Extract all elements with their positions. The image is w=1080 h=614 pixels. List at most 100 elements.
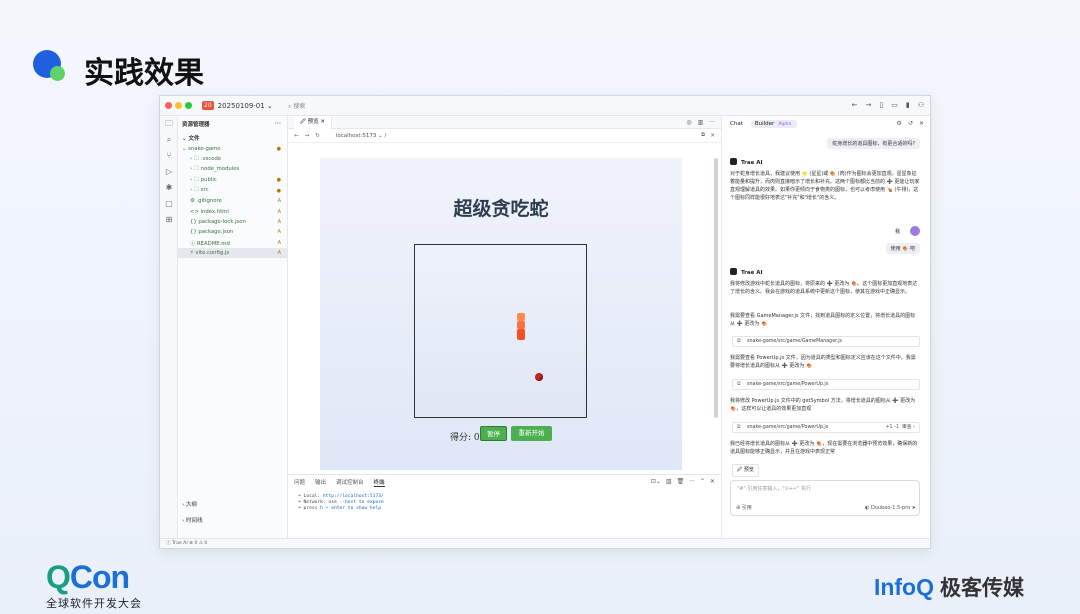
back-icon[interactable]: ← <box>852 101 858 109</box>
open-external-icon[interactable]: ⧉ <box>701 132 705 139</box>
file-tree-label: ⓘ README.md <box>190 240 230 247</box>
url-input[interactable]: localhost:5173 ⌄ / <box>336 133 387 139</box>
reload-icon[interactable]: ↻ <box>315 133 320 139</box>
file-reference[interactable]: snake-game/src/game/PowerUp.js <box>732 379 920 390</box>
more-icon[interactable]: ··· <box>275 121 281 127</box>
trash-icon[interactable]: 🗑 <box>677 478 685 485</box>
file-change[interactable]: snake-game/src/game/PowerUp.js +1 -1 审查 … <box>732 422 920 433</box>
assistant-icon[interactable]: ⚙ <box>897 120 902 127</box>
timeline-section[interactable]: › 时间线 <box>182 516 202 524</box>
qcon-subtitle: 全球软件开发大会 <box>46 597 142 610</box>
git-status-badge: A <box>277 208 281 215</box>
global-search[interactable]: ⌕ 搜索 <box>288 101 305 111</box>
preview-scrollbar[interactable] <box>714 158 718 418</box>
file-tree-label: ⚡ vite.config.js <box>190 250 230 257</box>
user-message: 使用 🍖 吧 <box>885 243 920 254</box>
file-tree-item[interactable]: › 🗀 node_modules <box>178 165 287 175</box>
layout-bottom-icon[interactable]: ▭ <box>891 101 898 109</box>
git-status-badge: ● <box>276 187 281 194</box>
tab-preview[interactable]: 🖉 预览 ✕ <box>294 115 332 129</box>
panel-tab[interactable]: 终端 <box>373 478 385 487</box>
files-section[interactable]: ⌄ 文件 <box>178 131 287 144</box>
split-icon[interactable]: ▥ <box>698 119 704 126</box>
ai-message: 我需要查看 PowerUp.js 文件，因为道具的类型和图标定义应该在这个文件中… <box>730 355 916 369</box>
reference-button[interactable]: ⊕ 引用 <box>736 504 752 511</box>
terminal-icon[interactable]: ⊡⌄ <box>651 478 661 485</box>
explorer-icon[interactable]: 🗀 <box>160 116 178 132</box>
close-icon[interactable]: ✕ <box>710 478 715 485</box>
extensions-icon[interactable]: ⊞ <box>160 212 178 228</box>
close-icon[interactable]: ✕ <box>919 120 924 127</box>
panel-tab[interactable]: 调试控制台 <box>336 478 364 486</box>
forward-icon[interactable]: → <box>866 101 872 109</box>
more-icon[interactable]: ··· <box>709 119 715 126</box>
alpha-badge: Alpha <box>776 122 794 127</box>
file-tree-item[interactable]: {} package-lock.json A <box>178 217 287 227</box>
file-tree-item[interactable]: <> index.html A <box>178 206 287 216</box>
activity-bar: 🗀 ⌕ ⑂ ▷ ✱ ▢ ⊞ <box>160 116 178 538</box>
title-bullet <box>30 46 70 86</box>
terminal-line: ➜ press h + enter to show help <box>298 506 711 512</box>
file-tree-item[interactable]: ⌄ snake-game ● <box>178 144 287 154</box>
file-tree-item[interactable]: › 🗀 src ● <box>178 186 287 196</box>
close-icon[interactable]: ✕ <box>710 133 715 139</box>
file-tree-label: › 🗀 .vscode <box>190 156 222 163</box>
layout-right-icon[interactable]: ▮ <box>906 101 910 109</box>
ai-message: 我已经将增长道具的图标从 ➕ 更改为 🍖，现在需要在浏览器中预览效果，确保新的道… <box>730 441 918 455</box>
close-window-button[interactable] <box>165 102 172 109</box>
run-debug-icon[interactable]: ▷ <box>160 164 178 180</box>
file-tree-item[interactable]: ⚙ .gitignore A <box>178 196 287 206</box>
chat-tabs: Chat Builder Alpha ⚙ ↺ ✕ <box>722 116 930 132</box>
game-preview: 超级贪吃蛇 得分: 0 暂停 重新开始 <box>320 158 682 470</box>
pause-button[interactable]: 暂停 <box>480 426 507 441</box>
terminal-text: ➜ Local: <box>298 494 323 499</box>
review-button[interactable]: 审查 › <box>902 425 915 430</box>
file-tree-item[interactable]: {} package.json A <box>178 227 287 237</box>
user-message: 蛇身增长的道具图标，有更合适的吗? <box>827 138 920 149</box>
back-icon[interactable]: ← <box>294 133 299 139</box>
file-tree-item[interactable]: › 🗀 public ● <box>178 175 287 185</box>
file-path: snake-game/src/game/PowerUp.js <box>747 425 829 430</box>
terminal-text: ➜ Network: use <box>298 500 340 505</box>
split-icon[interactable]: ▥ <box>666 478 672 485</box>
forward-icon[interactable]: → <box>305 133 310 139</box>
source-control-icon[interactable]: ⑂ <box>160 148 178 164</box>
bug-icon[interactable]: ✱ <box>160 180 178 196</box>
tab-chat[interactable]: Chat <box>730 121 743 127</box>
restart-button[interactable]: 重新开始 <box>511 426 552 441</box>
file-tree-label: › 🗀 node_modules <box>190 166 240 173</box>
terminal-highlight: --host to expose <box>339 500 384 505</box>
preview-button[interactable]: 🖉 预览 <box>732 464 759 477</box>
file-tree-item[interactable]: › 🗀 .vscode <box>178 154 287 164</box>
explorer-header: 资源管理器 ··· <box>178 116 287 131</box>
bottom-panel: 问题 输出 调试控制台 终端 ⊡⌄ ▥ 🗑 ··· ⌃ ✕ ➜ Local: http… <box>288 474 722 540</box>
outline-section[interactable]: › 大纲 <box>182 500 197 508</box>
snake-body <box>517 321 525 329</box>
diff-stats: +1 -1 审查 › <box>886 423 916 433</box>
file-tree-item[interactable]: ⚡ vite.config.js A <box>178 247 287 259</box>
editor-tabbar: 🖉 预览 ✕ ◎ ▥ ··· <box>288 115 721 129</box>
history-icon[interactable]: ↺ <box>908 120 913 127</box>
file-tree-item[interactable]: ⓘ README.md A <box>178 238 287 248</box>
user-label: 我 <box>894 229 900 235</box>
game-board[interactable] <box>414 244 587 418</box>
globe-icon[interactable]: ◎ <box>686 119 691 126</box>
file-tree-label: ⌄ snake-game <box>182 146 221 153</box>
layout-left-icon[interactable]: ▯ <box>879 101 883 109</box>
maximize-icon[interactable]: ⌃ <box>700 478 705 485</box>
file-tree: ⌄ snake-game ● › 🗀 .vscode › 🗀 node_modules… <box>178 144 287 259</box>
maximize-window-button[interactable] <box>185 102 192 109</box>
tab-builder[interactable]: Builder Alpha <box>750 120 798 128</box>
file-reference[interactable]: snake-game/src/game/GameManager.js <box>732 336 920 347</box>
project-selector[interactable]: 20250109-01 ⌄ <box>218 102 273 110</box>
panel-tab[interactable]: 输出 <box>315 478 326 486</box>
minimize-window-button[interactable] <box>175 102 182 109</box>
account-icon[interactable]: ⚇ <box>918 101 924 109</box>
terminal-output[interactable]: ➜ Local: http://localhost:5173/➜ Network… <box>288 489 721 517</box>
model-selector[interactable]: ◐ Doubao-1.5-pro ➤ <box>865 505 916 511</box>
more-icon[interactable]: ··· <box>689 478 695 485</box>
comment-icon[interactable]: ▢ <box>160 196 178 212</box>
panel-tab[interactable]: 问题 <box>294 478 305 486</box>
editor-area: 🖉 预览 ✕ ◎ ▥ ··· ← → ↻ localhost:5173 ⌄ / … <box>288 115 722 474</box>
search-icon[interactable]: ⌕ <box>160 132 178 148</box>
